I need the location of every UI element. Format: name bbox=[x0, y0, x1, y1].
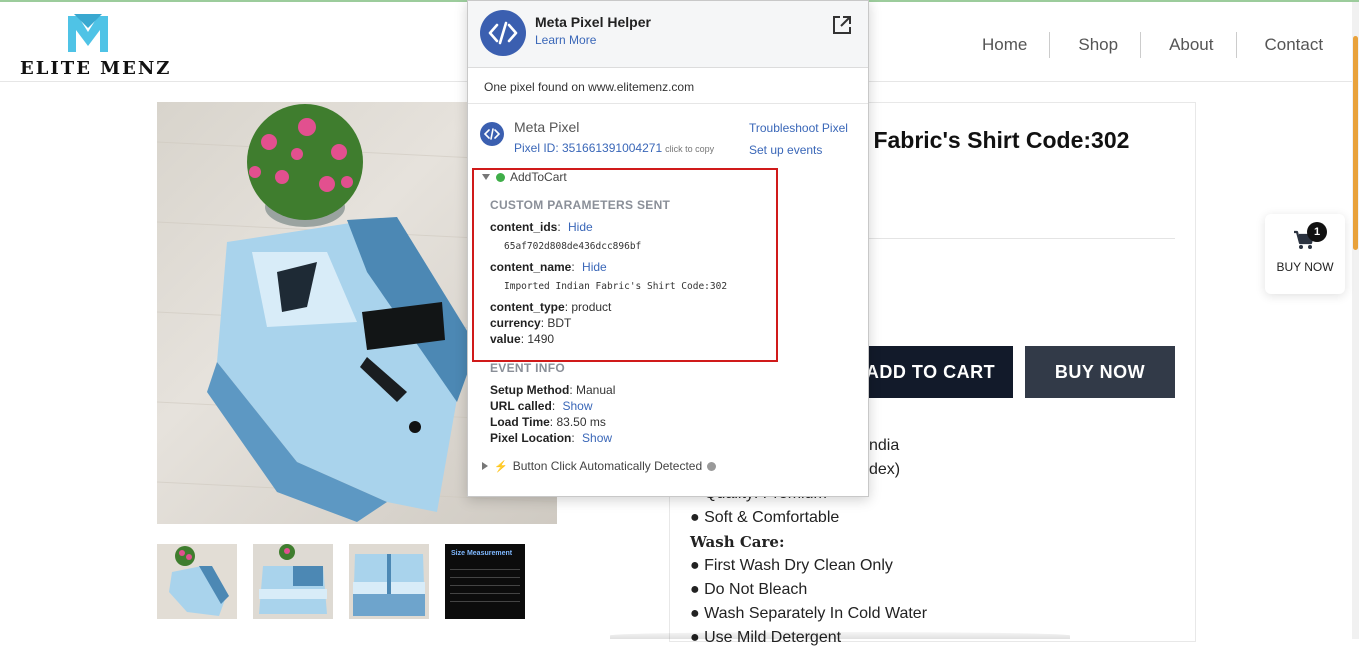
pixel-code-icon bbox=[480, 122, 504, 146]
pixel-helper-logo-icon bbox=[480, 10, 526, 56]
pixel-id-value[interactable]: Pixel ID: 351661391004271 bbox=[514, 141, 662, 155]
pixel-helper-title: Meta Pixel Helper bbox=[535, 14, 651, 30]
logo-mark-icon bbox=[68, 14, 108, 52]
show-link[interactable]: Show bbox=[582, 431, 612, 445]
troubleshoot-pixel-link[interactable]: Troubleshoot Pixel bbox=[749, 121, 848, 135]
info-value: Manual bbox=[576, 383, 616, 397]
bottom-shadow bbox=[610, 632, 1070, 639]
info-setup-method: Setup Method: Manual bbox=[490, 383, 616, 397]
main-nav: Home Shop About Contact bbox=[960, 32, 1345, 58]
wash-care-heading: Wash Care: bbox=[690, 533, 785, 551]
cart-count-badge: 1 bbox=[1307, 222, 1327, 242]
info-key: Pixel Location bbox=[490, 431, 572, 445]
pixel-id[interactable]: Pixel ID: 351661391004271 click to copy bbox=[514, 141, 714, 155]
nav-shop[interactable]: Shop bbox=[1050, 34, 1140, 56]
thumbnail-image bbox=[353, 554, 425, 616]
size-chart-title: Size Measurement bbox=[451, 550, 513, 557]
info-icon[interactable] bbox=[707, 461, 717, 471]
product-thumbnail-1[interactable] bbox=[157, 544, 237, 619]
nav-contact[interactable]: Contact bbox=[1237, 34, 1346, 56]
pixel-name: Meta Pixel bbox=[514, 119, 580, 135]
info-key: Setup Method bbox=[490, 383, 570, 397]
info-key: Load Time bbox=[490, 415, 550, 429]
detail-line-wash-1: ● First Wash Dry Clean Only bbox=[690, 557, 893, 574]
info-value: 83.50 ms bbox=[556, 415, 606, 429]
detail-line-origin: ndia bbox=[869, 437, 900, 454]
size-chart-grid bbox=[450, 562, 520, 602]
page-scrollbar[interactable] bbox=[1352, 2, 1359, 639]
info-key: URL called bbox=[490, 399, 552, 413]
brand-name: ELITE MENZ bbox=[20, 58, 172, 79]
thumbnail-image bbox=[259, 544, 327, 614]
pixels-found-text: One pixel found on www.elitemenz.com bbox=[484, 80, 695, 94]
info-pixel-location: Pixel Location: Show bbox=[490, 431, 613, 445]
set-up-events-link[interactable]: Set up events bbox=[749, 143, 822, 157]
detail-line-fabric: dex) bbox=[869, 461, 901, 478]
open-external-icon[interactable] bbox=[832, 15, 852, 35]
event-info-heading: EVENT INFO bbox=[490, 361, 566, 375]
detail-line-wash-3: ● Wash Separately In Cold Water bbox=[690, 605, 928, 622]
product-thumbnail-size-chart[interactable]: Size Measurement bbox=[445, 544, 525, 619]
floating-cart-button[interactable]: 1 BUY NOW bbox=[1265, 214, 1345, 294]
detail-line-wash-2: ● Do Not Bleach bbox=[690, 581, 808, 598]
pixel-helper-header: Meta Pixel Helper Learn More bbox=[468, 1, 868, 68]
info-url-called: URL called: Show bbox=[490, 399, 593, 413]
product-thumbnail-3[interactable] bbox=[349, 544, 429, 619]
buy-now-button[interactable]: BUY NOW bbox=[1025, 346, 1175, 398]
brand-logo[interactable]: ELITE MENZ bbox=[20, 8, 169, 79]
popup-divider bbox=[468, 103, 868, 104]
product-thumbnail-2[interactable] bbox=[253, 544, 333, 619]
lightning-icon: ⚡ bbox=[494, 460, 508, 473]
detail-line-soft: ● Soft & Comfortable bbox=[690, 509, 840, 526]
title-divider bbox=[860, 238, 1175, 239]
learn-more-link[interactable]: Learn More bbox=[535, 33, 596, 47]
floating-cart-label: BUY NOW bbox=[1276, 260, 1334, 274]
highlight-annotation-box bbox=[472, 168, 778, 362]
product-title: n Fabric's Shirt Code:302 bbox=[853, 127, 1130, 153]
event-name: Button Click Automatically Detected bbox=[512, 459, 703, 473]
scrollbar-thumb[interactable] bbox=[1353, 36, 1358, 250]
event-button-click-toggle[interactable]: ⚡ Button Click Automatically Detected bbox=[482, 459, 717, 473]
thumbnail-image bbox=[169, 546, 229, 616]
info-load-time: Load Time: 83.50 ms bbox=[490, 415, 606, 429]
show-link[interactable]: Show bbox=[562, 399, 592, 413]
nav-home[interactable]: Home bbox=[960, 34, 1049, 56]
chevron-right-icon bbox=[482, 462, 488, 470]
click-to-copy-hint: click to copy bbox=[665, 144, 715, 154]
nav-about[interactable]: About bbox=[1141, 34, 1235, 56]
add-to-cart-button[interactable]: ADD TO CART bbox=[848, 346, 1013, 398]
